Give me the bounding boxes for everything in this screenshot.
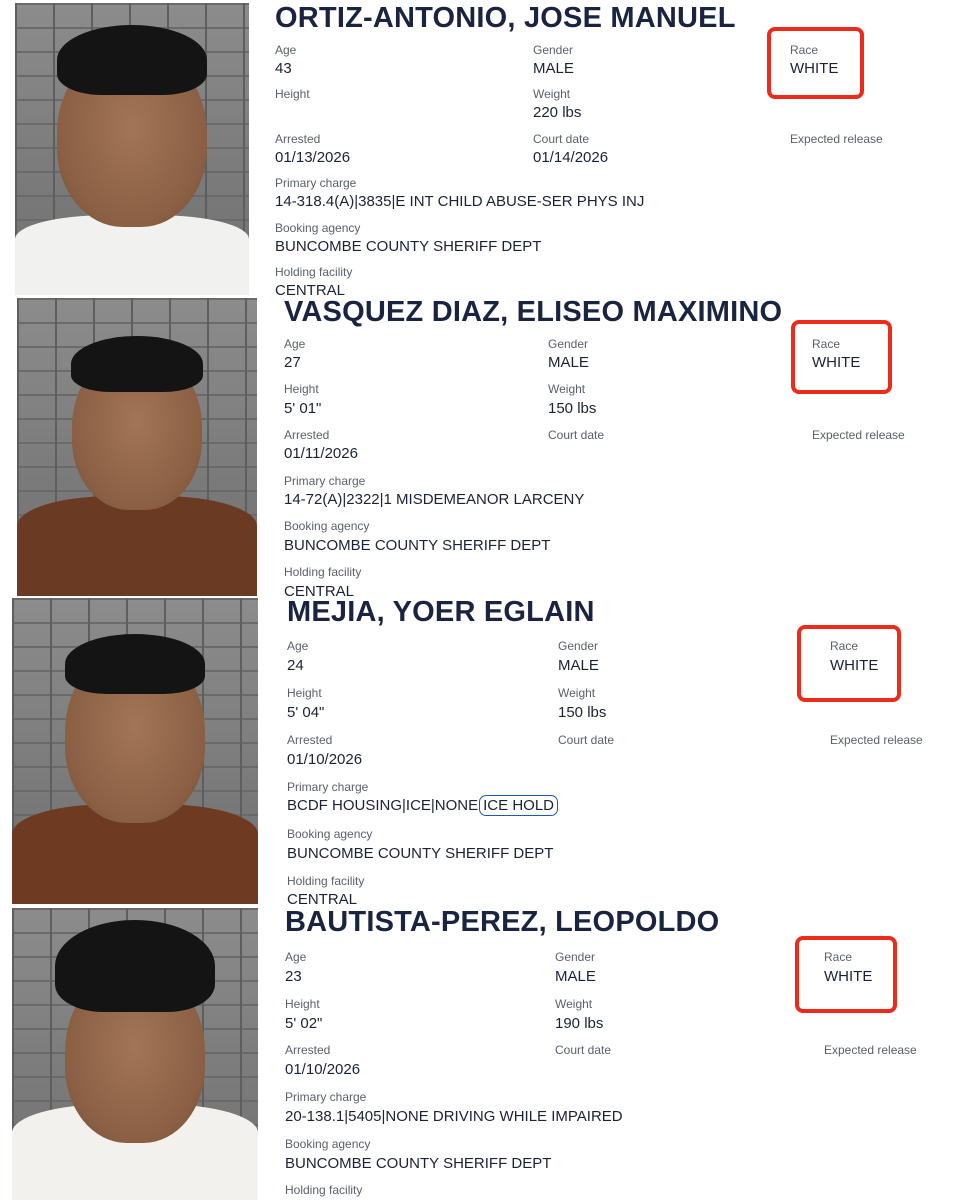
booking-agency-value: BUNCOMBE COUNTY SHERIFF DEPT [285, 1155, 552, 1172]
booking-agency-label: Booking agency [287, 827, 373, 841]
court-date-label: Court date [548, 428, 605, 442]
height-label: Height [284, 382, 319, 396]
hair [71, 336, 203, 392]
height-value: 5' 02" [285, 1015, 323, 1032]
primary-charge-label: Primary charge [285, 1090, 367, 1104]
arrested-label: Arrested [285, 1043, 331, 1057]
arrested-value: 01/11/2026 [284, 445, 358, 462]
age-value: 27 [284, 354, 301, 371]
age-label: Age [275, 43, 297, 57]
booking-record: BAUTISTA-PEREZ, LEOPOLDO Age 23 Gender M… [0, 906, 960, 1200]
inmate-name: VASQUEZ DIAZ, ELISEO MAXIMINO [284, 296, 783, 328]
race-label: Race [824, 950, 853, 964]
hair [65, 634, 205, 694]
inmate-name: ORTIZ-ANTONIO, JOSE MANUEL [275, 2, 736, 34]
primary-charge-value: 20-138.1|5405|NONE DRIVING WHILE IMPAIRE… [285, 1108, 623, 1125]
race-label: Race [812, 337, 841, 351]
weight-value: 150 lbs [548, 400, 597, 417]
age-label: Age [285, 950, 307, 964]
race-value: WHITE [790, 60, 839, 77]
gender-label: Gender [555, 950, 596, 964]
primary-charge-value: BCDF HOUSING|ICE|NONE ICE HOLD [287, 795, 558, 816]
mugshot-photo [12, 598, 258, 904]
expected-release-label: Expected release [790, 132, 883, 146]
holding-facility-value: CENTRAL [287, 891, 358, 906]
race-label: Race [790, 43, 819, 57]
height-label: Height [285, 997, 320, 1011]
age-value: 24 [287, 657, 304, 674]
booking-agency-label: Booking agency [285, 1137, 371, 1151]
holding-facility-value: CENTRAL [284, 583, 355, 596]
arrested-value: 01/10/2026 [285, 1061, 361, 1078]
booking-record: VASQUEZ DIAZ, ELISEO MAXIMINO Age 27 Gen… [0, 296, 960, 596]
weight-value: 150 lbs [558, 704, 607, 721]
court-date-value: 01/14/2026 [533, 149, 609, 166]
court-date-label: Court date [558, 733, 615, 747]
court-date-label: Court date [533, 132, 590, 146]
arrested-label: Arrested [284, 428, 330, 442]
gender-label: Gender [558, 639, 599, 653]
booking-record: ORTIZ-ANTONIO, JOSE MANUEL Age 43 Gender… [0, 0, 960, 296]
court-date-label: Court date [555, 1043, 612, 1057]
ice-hold-highlight: ICE HOLD [479, 795, 558, 816]
age-value: 23 [285, 968, 302, 985]
hair [55, 920, 215, 1012]
weight-label: Weight [533, 87, 571, 101]
holding-facility-label: Holding facility [275, 265, 353, 279]
primary-charge-value: 14-318.4(A)|3835|E INT CHILD ABUSE-SER P… [275, 193, 645, 210]
mugshot-photo [15, 3, 249, 295]
gender-value: MALE [558, 657, 599, 674]
inmate-name: BAUTISTA-PEREZ, LEOPOLDO [285, 906, 720, 938]
hair [57, 25, 207, 95]
expected-release-label: Expected release [812, 428, 905, 442]
gender-label: Gender [548, 337, 589, 351]
primary-charge-label: Primary charge [275, 176, 357, 190]
holding-facility-label: Holding facility [287, 874, 365, 888]
height-value: 5' 01" [284, 400, 322, 417]
weight-value: 190 lbs [555, 1015, 604, 1032]
age-label: Age [287, 639, 309, 653]
age-value: 43 [275, 60, 292, 77]
race-value: WHITE [830, 657, 879, 674]
height-value: 5' 04" [287, 704, 325, 721]
arrested-label: Arrested [275, 132, 321, 146]
booking-agency-label: Booking agency [275, 221, 361, 235]
primary-charge-value: 14-72(A)|2322|1 MISDEMEANOR LARCENY [284, 491, 585, 508]
weight-label: Weight [558, 686, 596, 700]
primary-charge-label: Primary charge [287, 780, 369, 794]
shirt [17, 496, 257, 596]
arrested-value: 01/13/2026 [275, 149, 351, 166]
gender-value: MALE [548, 354, 589, 371]
primary-charge-text: BCDF HOUSING|ICE|NONE [287, 797, 479, 814]
booking-agency-value: BUNCOMBE COUNTY SHERIFF DEPT [284, 537, 551, 554]
mugshot-photo [17, 298, 257, 596]
height-label: Height [275, 87, 310, 101]
expected-release-label: Expected release [830, 733, 923, 747]
weight-label: Weight [555, 997, 593, 1011]
shirt [15, 215, 249, 295]
holding-facility-value: CENTRAL [275, 282, 346, 296]
weight-value: 220 lbs [533, 104, 582, 121]
mugshot-photo [12, 908, 258, 1200]
arrested-label: Arrested [287, 733, 333, 747]
gender-label: Gender [533, 43, 574, 57]
holding-facility-label: Holding facility [284, 565, 362, 579]
race-value: WHITE [812, 354, 861, 371]
race-value: WHITE [824, 968, 873, 985]
booking-agency-label: Booking agency [284, 519, 370, 533]
booking-agency-value: BUNCOMBE COUNTY SHERIFF DEPT [287, 845, 554, 862]
arrested-value: 01/10/2026 [287, 751, 363, 768]
holding-facility-label: Holding facility [285, 1183, 363, 1197]
weight-label: Weight [548, 382, 586, 396]
race-label: Race [830, 639, 859, 653]
booking-record: MEJIA, YOER EGLAIN Age 24 Gender MALE Ra… [0, 596, 960, 906]
inmate-name: MEJIA, YOER EGLAIN [287, 596, 595, 628]
age-label: Age [284, 337, 306, 351]
expected-release-label: Expected release [824, 1043, 917, 1057]
gender-value: MALE [533, 60, 574, 77]
gender-value: MALE [555, 968, 596, 985]
height-label: Height [287, 686, 322, 700]
primary-charge-label: Primary charge [284, 474, 366, 488]
booking-agency-value: BUNCOMBE COUNTY SHERIFF DEPT [275, 238, 542, 255]
